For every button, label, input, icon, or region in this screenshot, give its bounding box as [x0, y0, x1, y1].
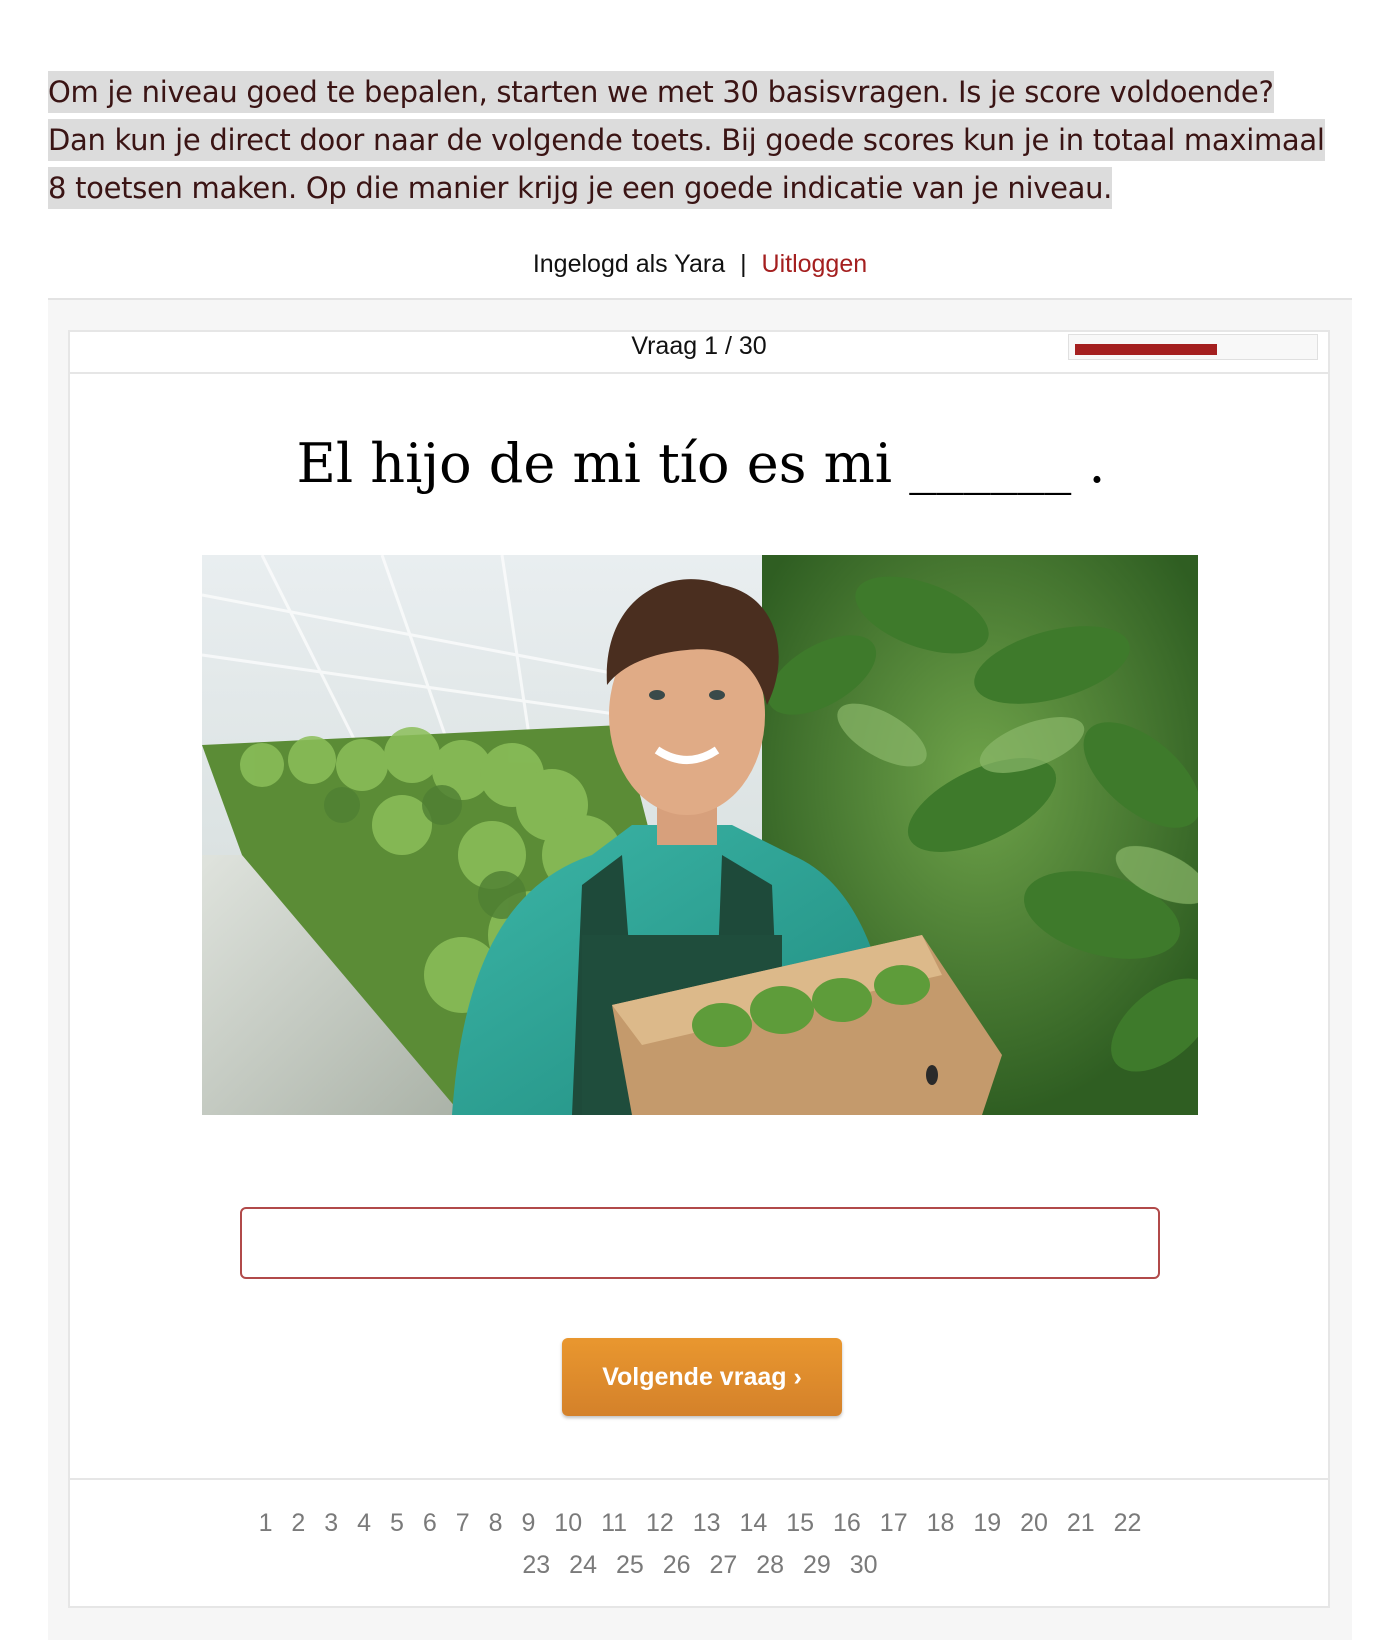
- question-image: [202, 555, 1198, 1115]
- intro-highlight: Om je niveau goed te bepalen, starten we…: [48, 71, 1325, 209]
- page-link[interactable]: 16: [833, 1502, 861, 1544]
- login-separator: |: [740, 250, 747, 278]
- page-link[interactable]: 30: [850, 1544, 878, 1586]
- page-link[interactable]: 4: [357, 1502, 371, 1544]
- page-link[interactable]: 11: [601, 1502, 627, 1544]
- page-link[interactable]: 8: [489, 1502, 503, 1544]
- page-link[interactable]: 12: [646, 1502, 674, 1544]
- answer-input[interactable]: [240, 1207, 1160, 1279]
- page-link[interactable]: 13: [693, 1502, 721, 1544]
- page-link[interactable]: 29: [803, 1544, 831, 1586]
- page-link[interactable]: 19: [973, 1502, 1001, 1544]
- logout-link[interactable]: Uitloggen: [762, 250, 868, 278]
- page-link[interactable]: 24: [569, 1544, 597, 1586]
- page-link[interactable]: 27: [709, 1544, 737, 1586]
- page-link[interactable]: 21: [1067, 1502, 1095, 1544]
- page-link[interactable]: 22: [1114, 1502, 1142, 1544]
- page-link[interactable]: 28: [756, 1544, 784, 1586]
- question-text: El hijo de mi tío es mi ______ .: [296, 432, 1106, 495]
- progress-bar: [1068, 334, 1318, 360]
- page-link[interactable]: 17: [880, 1502, 908, 1544]
- page-link[interactable]: 5: [390, 1502, 404, 1544]
- page-link[interactable]: 3: [324, 1502, 338, 1544]
- progress-fill: [1075, 344, 1217, 355]
- page-link[interactable]: 6: [423, 1502, 437, 1544]
- quiz-container: Vraag 1 / 30 El hijo de mi tío es mi ___…: [48, 298, 1352, 1640]
- page-link[interactable]: 15: [786, 1502, 814, 1544]
- page-link[interactable]: 2: [291, 1502, 305, 1544]
- page-link[interactable]: 23: [522, 1544, 550, 1586]
- card-header: Vraag 1 / 30: [70, 332, 1328, 374]
- logged-in-label: Ingelogd als Yara: [532, 250, 726, 278]
- page-link[interactable]: 18: [927, 1502, 955, 1544]
- intro-text: Om je niveau goed te bepalen, starten we…: [48, 68, 1338, 212]
- card-footer: 1 2 3 4 5 6 7 8 9 10 11 12 13 14 15 16 1…: [70, 1478, 1328, 1610]
- page-link[interactable]: 7: [456, 1502, 470, 1544]
- question-pager: 1 2 3 4 5 6 7 8 9 10 11 12 13 14 15 16 1…: [230, 1502, 1170, 1586]
- page-link[interactable]: 9: [521, 1502, 535, 1544]
- page-link[interactable]: 1: [259, 1502, 273, 1544]
- page-link[interactable]: 25: [616, 1544, 644, 1586]
- login-bar: Ingelogd als Yara | Uitloggen: [0, 250, 1388, 279]
- page-link[interactable]: 14: [740, 1502, 768, 1544]
- question-card: Vraag 1 / 30 El hijo de mi tío es mi ___…: [68, 330, 1330, 1608]
- page-link[interactable]: 20: [1020, 1502, 1048, 1544]
- page-link[interactable]: 10: [554, 1502, 582, 1544]
- page-link[interactable]: 26: [663, 1544, 691, 1586]
- greenhouse-worker-photo: [202, 555, 1198, 1115]
- next-question-button[interactable]: Volgende vraag ›: [562, 1338, 842, 1416]
